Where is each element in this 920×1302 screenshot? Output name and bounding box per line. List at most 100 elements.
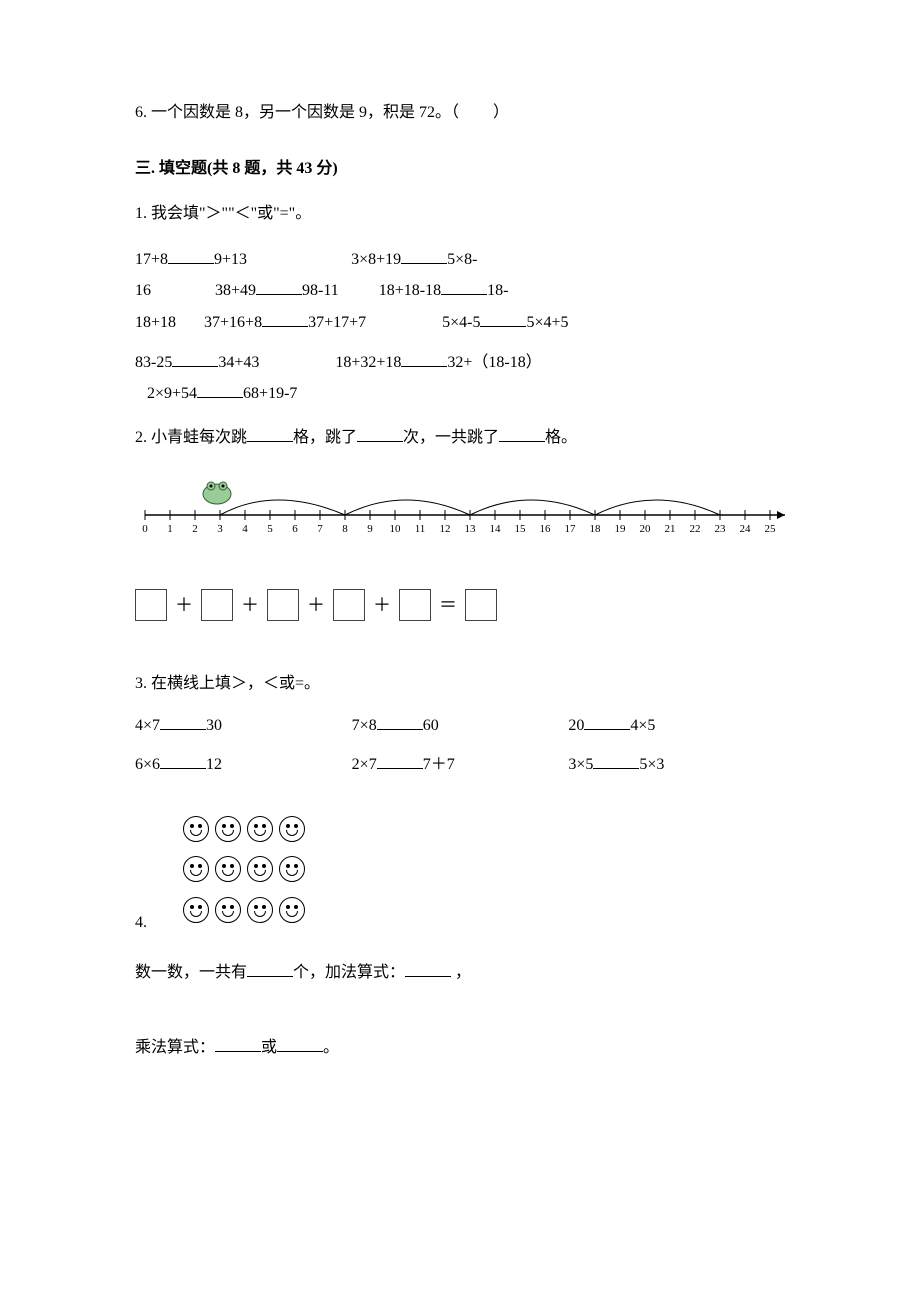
expr: 60 (423, 717, 439, 734)
q3-3-row2: 6×612 2×77＋7 3×55×3 (135, 752, 785, 778)
equals-sign: ＝ (439, 591, 457, 620)
q6-text-end: ） (493, 104, 509, 121)
fill-blank[interactable] (377, 714, 423, 730)
fill-blank[interactable] (593, 753, 639, 769)
fill-blank[interactable] (160, 714, 206, 730)
fill-blank[interactable] (247, 426, 293, 442)
expr: 38+49 (215, 282, 256, 299)
fill-blank[interactable] (357, 426, 403, 442)
fill-blank[interactable] (256, 279, 302, 295)
fill-blank[interactable] (405, 961, 451, 977)
svg-text:0: 0 (142, 523, 148, 535)
q3-2-text: 格。 (545, 429, 577, 446)
fill-blank[interactable] (215, 1036, 261, 1052)
fill-blank[interactable] (499, 426, 545, 442)
expr: 7＋7 (423, 756, 455, 773)
expr: 18+18-18 (379, 282, 441, 299)
fill-blank[interactable] (160, 753, 206, 769)
frog-icon (203, 482, 231, 504)
answer-box[interactable] (201, 589, 233, 621)
fill-blank[interactable] (401, 248, 447, 264)
plus-sign: ＋ (307, 591, 325, 620)
plus-sign: ＋ (373, 591, 391, 620)
expr: 3×5 (568, 756, 593, 773)
expr: 34+43 (218, 354, 259, 371)
fill-blank[interactable] (401, 351, 447, 367)
expr: 17+8 (135, 251, 168, 268)
svg-text:5: 5 (267, 523, 273, 535)
svg-text:10: 10 (390, 523, 402, 535)
plus-sign: ＋ (241, 591, 259, 620)
expr: 4×5 (630, 717, 655, 734)
svg-text:20: 20 (640, 523, 652, 535)
svg-text:11: 11 (415, 523, 426, 535)
expr: 37+16+8 (204, 314, 262, 331)
svg-text:7: 7 (317, 523, 323, 535)
q6-text: 6. 一个因数是 8，另一个因数是 9，积是 72。（ (135, 104, 459, 121)
expr: 5×8- (447, 251, 477, 268)
fill-blank[interactable] (172, 351, 218, 367)
number-line-svg: 0123456789101112131415161718192021222324… (135, 470, 795, 550)
svg-text:16: 16 (540, 523, 552, 535)
q3-3-row1: 4×730 7×860 204×5 (135, 713, 785, 739)
svg-text:17: 17 (565, 523, 577, 535)
fill-blank[interactable] (247, 961, 293, 977)
smiley-icon (279, 897, 305, 923)
svg-text:21: 21 (665, 523, 676, 535)
question-6: 6. 一个因数是 8，另一个因数是 9，积是 72。（ ） (135, 100, 785, 126)
expr: 4×7 (135, 717, 160, 734)
q3-2: 2. 小青蛙每次跳格，跳了次，一共跳了格。 (135, 425, 785, 451)
expr: 20 (568, 717, 584, 734)
answer-box[interactable] (399, 589, 431, 621)
expr: 83-25 (135, 354, 172, 371)
svg-text:24: 24 (740, 523, 752, 535)
fill-blank[interactable] (277, 1036, 323, 1052)
expr: 18+18 (135, 314, 176, 331)
smiley-icon (279, 856, 305, 882)
plus-sign: ＋ (175, 591, 193, 620)
answer-box[interactable] (333, 589, 365, 621)
fill-blank[interactable] (584, 714, 630, 730)
expr: 98-11 (302, 282, 339, 299)
fill-blank[interactable] (441, 279, 487, 295)
section-3-title: 三. 填空题(共 8 题，共 43 分) (135, 156, 785, 182)
expr: 18+32+18 (335, 354, 401, 371)
expr: 5×3 (639, 756, 664, 773)
fill-blank[interactable] (480, 311, 526, 327)
expr: 2×9+54 (147, 385, 197, 402)
smiley-icon (215, 856, 241, 882)
q3-4: 4. (135, 792, 785, 942)
smiley-icon (183, 856, 209, 882)
expr: 9+13 (214, 251, 247, 268)
fill-blank[interactable] (377, 753, 423, 769)
expr: 37+17+7 (308, 314, 366, 331)
boxes-equation: ＋ ＋ ＋ ＋ ＝ (135, 589, 785, 621)
q3-1-intro: 1. 我会填"＞""＜"或"="。 (135, 201, 785, 227)
q3-1-line3: 18+18 37+16+837+17+7 5×4-55×4+5 (135, 310, 785, 336)
svg-text:23: 23 (715, 523, 727, 535)
svg-text:13: 13 (465, 523, 477, 535)
answer-box[interactable] (135, 589, 167, 621)
q3-1-line2: 16 38+4998-11 18+18-1818- (135, 278, 785, 304)
q3-4-mul-line: 乘法算式：或。 (135, 1035, 785, 1061)
q3-4-text: 。 (323, 1039, 339, 1056)
q3-4-text: 或 (261, 1039, 277, 1056)
answer-box[interactable] (267, 589, 299, 621)
answer-box[interactable] (465, 589, 497, 621)
expr: 5×4+5 (526, 314, 568, 331)
smiley-icon (183, 897, 209, 923)
fill-blank[interactable] (262, 311, 308, 327)
svg-text:6: 6 (292, 523, 298, 535)
smiley-icon (247, 856, 273, 882)
fill-blank[interactable] (197, 382, 243, 398)
fill-blank[interactable] (168, 248, 214, 264)
svg-text:4: 4 (242, 523, 248, 535)
svg-text:22: 22 (690, 523, 701, 535)
expr: 6×6 (135, 756, 160, 773)
expr: 30 (206, 717, 222, 734)
number-line-figure: 0123456789101112131415161718192021222324… (135, 470, 785, 559)
svg-text:12: 12 (440, 523, 451, 535)
smiley-icon (215, 816, 241, 842)
smiley-icon (183, 816, 209, 842)
q3-4-text: ， (455, 964, 471, 981)
